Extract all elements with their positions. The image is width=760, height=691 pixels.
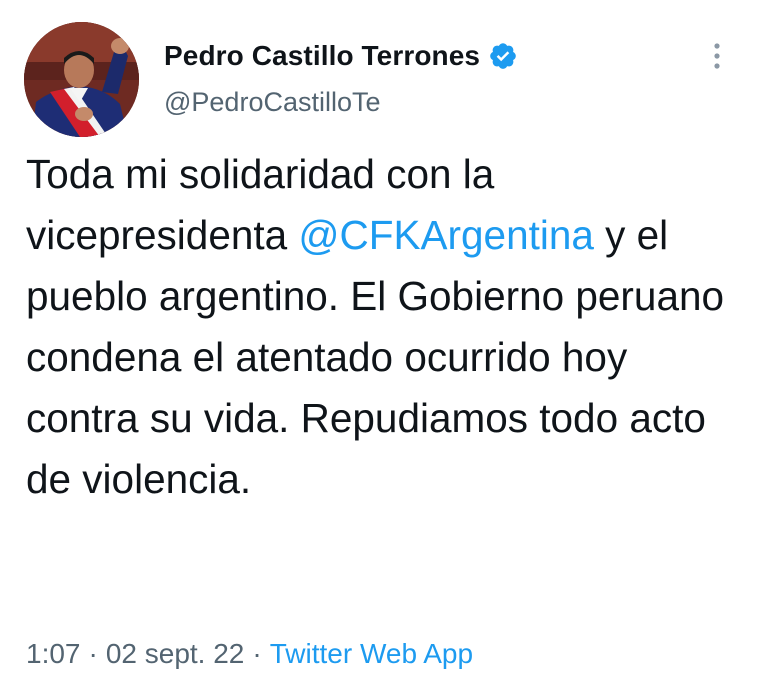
tweet-meta: 1:07 · 02 sept. 22 · Twitter Web App xyxy=(26,638,473,670)
tweet-time[interactable]: 1:07 xyxy=(26,638,81,669)
author-handle[interactable]: @PedroCastilloTe xyxy=(164,87,381,118)
meta-separator: · xyxy=(88,638,98,669)
tweet-source-link[interactable]: Twitter Web App xyxy=(270,638,473,669)
meta-separator-2: · xyxy=(252,638,262,669)
author-display-name[interactable]: Pedro Castillo Terrones xyxy=(164,40,480,72)
more-vertical-icon[interactable] xyxy=(703,38,731,74)
avatar-photo xyxy=(24,22,139,137)
tweet-date[interactable]: 02 sept. 22 xyxy=(106,638,245,669)
mention-link[interactable]: @CFKArgentina xyxy=(298,212,593,258)
verified-badge-icon xyxy=(488,41,518,71)
author-name-row[interactable]: Pedro Castillo Terrones xyxy=(164,40,518,72)
avatar[interactable] xyxy=(24,22,139,137)
tweet-text: Toda mi solidaridad con la vicepresident… xyxy=(26,144,726,510)
